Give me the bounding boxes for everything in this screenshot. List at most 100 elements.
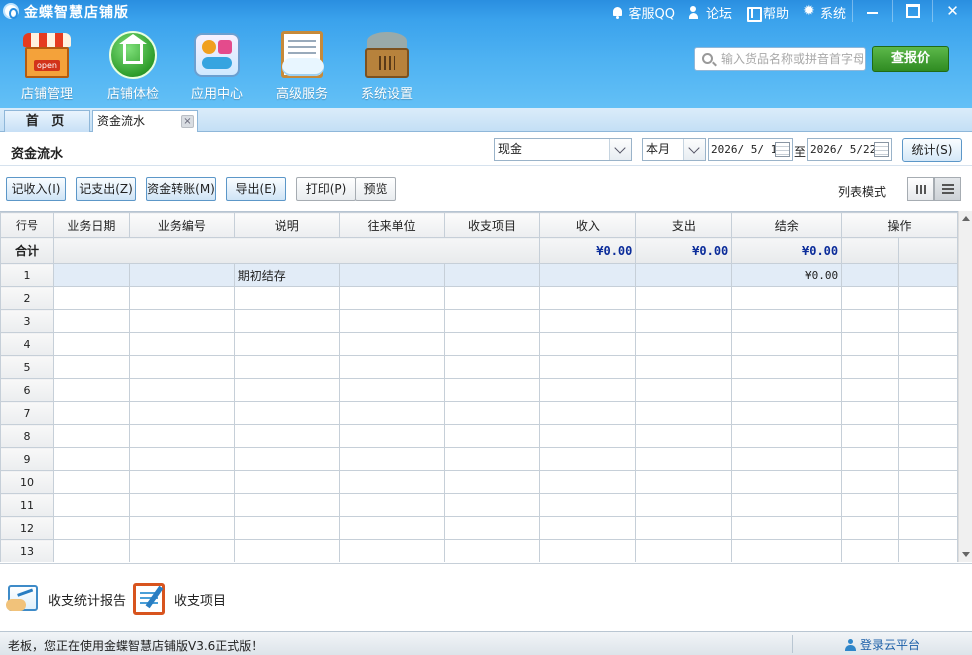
cell-doc-no[interactable] xyxy=(128,401,235,425)
cell-income[interactable] xyxy=(539,516,637,540)
cell-action[interactable] xyxy=(841,332,900,356)
scroll-up-icon[interactable] xyxy=(962,216,970,221)
cell-date[interactable] xyxy=(52,424,130,448)
cell-balance[interactable] xyxy=(731,493,843,517)
module-shop-management[interactable]: open 店铺管理 xyxy=(11,30,83,102)
cell-description[interactable] xyxy=(233,355,340,379)
cell-expense[interactable] xyxy=(635,309,733,333)
table-row[interactable]: 2 xyxy=(0,286,958,310)
cell-expense[interactable] xyxy=(635,470,733,494)
cell-action-extra[interactable] xyxy=(898,493,958,517)
module-shop-check[interactable]: 店铺体检 xyxy=(97,30,169,102)
cell-balance[interactable] xyxy=(731,378,843,402)
cell-expense[interactable] xyxy=(635,263,733,287)
cell-doc-no[interactable] xyxy=(128,378,235,402)
cell-balance[interactable] xyxy=(731,539,843,562)
cell-action-extra[interactable] xyxy=(898,355,958,379)
cell-date[interactable] xyxy=(52,493,130,517)
chevron-down-icon[interactable] xyxy=(609,139,631,160)
table-row[interactable]: 11 xyxy=(0,493,958,517)
record-income-button[interactable]: 记收入(I) xyxy=(6,177,66,201)
cell-description[interactable] xyxy=(233,424,340,448)
cell-income[interactable] xyxy=(539,424,637,448)
cell-date[interactable] xyxy=(52,263,130,287)
tab-close-icon[interactable]: × xyxy=(181,115,194,128)
cell-partner[interactable] xyxy=(338,332,445,356)
tab-fund-flow[interactable]: 资金流水 × xyxy=(92,110,198,133)
income-expense-report-link[interactable]: 收支统计报告 xyxy=(6,581,126,617)
tab-home[interactable]: 首 页 xyxy=(4,110,90,132)
cell-action-extra[interactable] xyxy=(898,378,958,402)
chart-view-button[interactable] xyxy=(907,177,934,201)
cell-expense[interactable] xyxy=(635,378,733,402)
calendar-icon[interactable] xyxy=(775,142,790,157)
cell-income[interactable] xyxy=(539,355,637,379)
cell-date[interactable] xyxy=(52,355,130,379)
product-search-input[interactable] xyxy=(721,51,863,67)
cell-date[interactable] xyxy=(52,401,130,425)
list-view-button[interactable] xyxy=(934,177,961,201)
cell-partner[interactable] xyxy=(338,539,445,562)
module-system-settings[interactable]: 系统设置 xyxy=(351,30,423,102)
cell-action[interactable] xyxy=(841,355,900,379)
cell-balance[interactable] xyxy=(731,447,843,471)
col-header-date[interactable]: 业务日期 xyxy=(52,212,130,238)
cell-income[interactable] xyxy=(539,309,637,333)
cell-description[interactable] xyxy=(233,332,340,356)
col-header-row-no[interactable]: 行号 xyxy=(0,212,54,238)
calendar-icon[interactable] xyxy=(874,142,889,157)
cell-income[interactable] xyxy=(539,286,637,310)
cell-balance[interactable] xyxy=(731,516,843,540)
col-header-actions[interactable]: 操作 xyxy=(841,212,958,238)
cell-doc-no[interactable] xyxy=(128,493,235,517)
cell-category[interactable] xyxy=(443,309,541,333)
minimize-button[interactable] xyxy=(852,0,892,22)
cell-action-extra[interactable] xyxy=(898,516,958,540)
table-row[interactable]: 7 xyxy=(0,401,958,425)
cell-expense[interactable] xyxy=(635,286,733,310)
maximize-button[interactable] xyxy=(892,0,932,22)
cell-date[interactable] xyxy=(52,309,130,333)
cell-income[interactable] xyxy=(539,378,637,402)
cell-doc-no[interactable] xyxy=(128,424,235,448)
col-header-description[interactable]: 说明 xyxy=(233,212,340,238)
table-row[interactable]: 12 xyxy=(0,516,958,540)
cell-income[interactable] xyxy=(539,332,637,356)
cell-doc-no[interactable] xyxy=(128,539,235,562)
cell-partner[interactable] xyxy=(338,493,445,517)
cell-expense[interactable] xyxy=(635,424,733,448)
cell-action-extra[interactable] xyxy=(898,401,958,425)
cell-description[interactable] xyxy=(233,286,340,310)
table-row[interactable]: 10 xyxy=(0,470,958,494)
col-header-expense[interactable]: 支出 xyxy=(635,212,733,238)
cell-income[interactable] xyxy=(539,539,637,562)
cell-income[interactable] xyxy=(539,493,637,517)
nav-help[interactable]: 帮助 xyxy=(746,3,789,22)
cell-category[interactable] xyxy=(443,493,541,517)
cell-action[interactable] xyxy=(841,493,900,517)
cell-expense[interactable] xyxy=(635,332,733,356)
cell-balance[interactable] xyxy=(731,424,843,448)
cell-doc-no[interactable] xyxy=(128,516,235,540)
cell-action[interactable] xyxy=(841,309,900,333)
cell-category[interactable] xyxy=(443,447,541,471)
nav-customer-service[interactable]: 客服QQ xyxy=(611,3,675,22)
chevron-down-icon[interactable] xyxy=(683,139,705,160)
cell-category[interactable] xyxy=(443,263,541,287)
fund-transfer-button[interactable]: 资金转账(M) xyxy=(146,177,216,201)
cell-description[interactable] xyxy=(233,516,340,540)
cell-income[interactable] xyxy=(539,263,637,287)
cell-action[interactable] xyxy=(841,286,900,310)
cell-category[interactable] xyxy=(443,401,541,425)
cell-description[interactable] xyxy=(233,470,340,494)
vertical-scrollbar[interactable] xyxy=(958,211,972,562)
cell-action-extra[interactable] xyxy=(898,286,958,310)
col-header-income[interactable]: 收入 xyxy=(539,212,637,238)
cell-balance[interactable] xyxy=(731,309,843,333)
cell-partner[interactable] xyxy=(338,516,445,540)
table-row[interactable]: 5 xyxy=(0,355,958,379)
cell-expense[interactable] xyxy=(635,447,733,471)
cell-category[interactable] xyxy=(443,424,541,448)
cell-date[interactable] xyxy=(52,378,130,402)
cell-doc-no[interactable] xyxy=(128,355,235,379)
